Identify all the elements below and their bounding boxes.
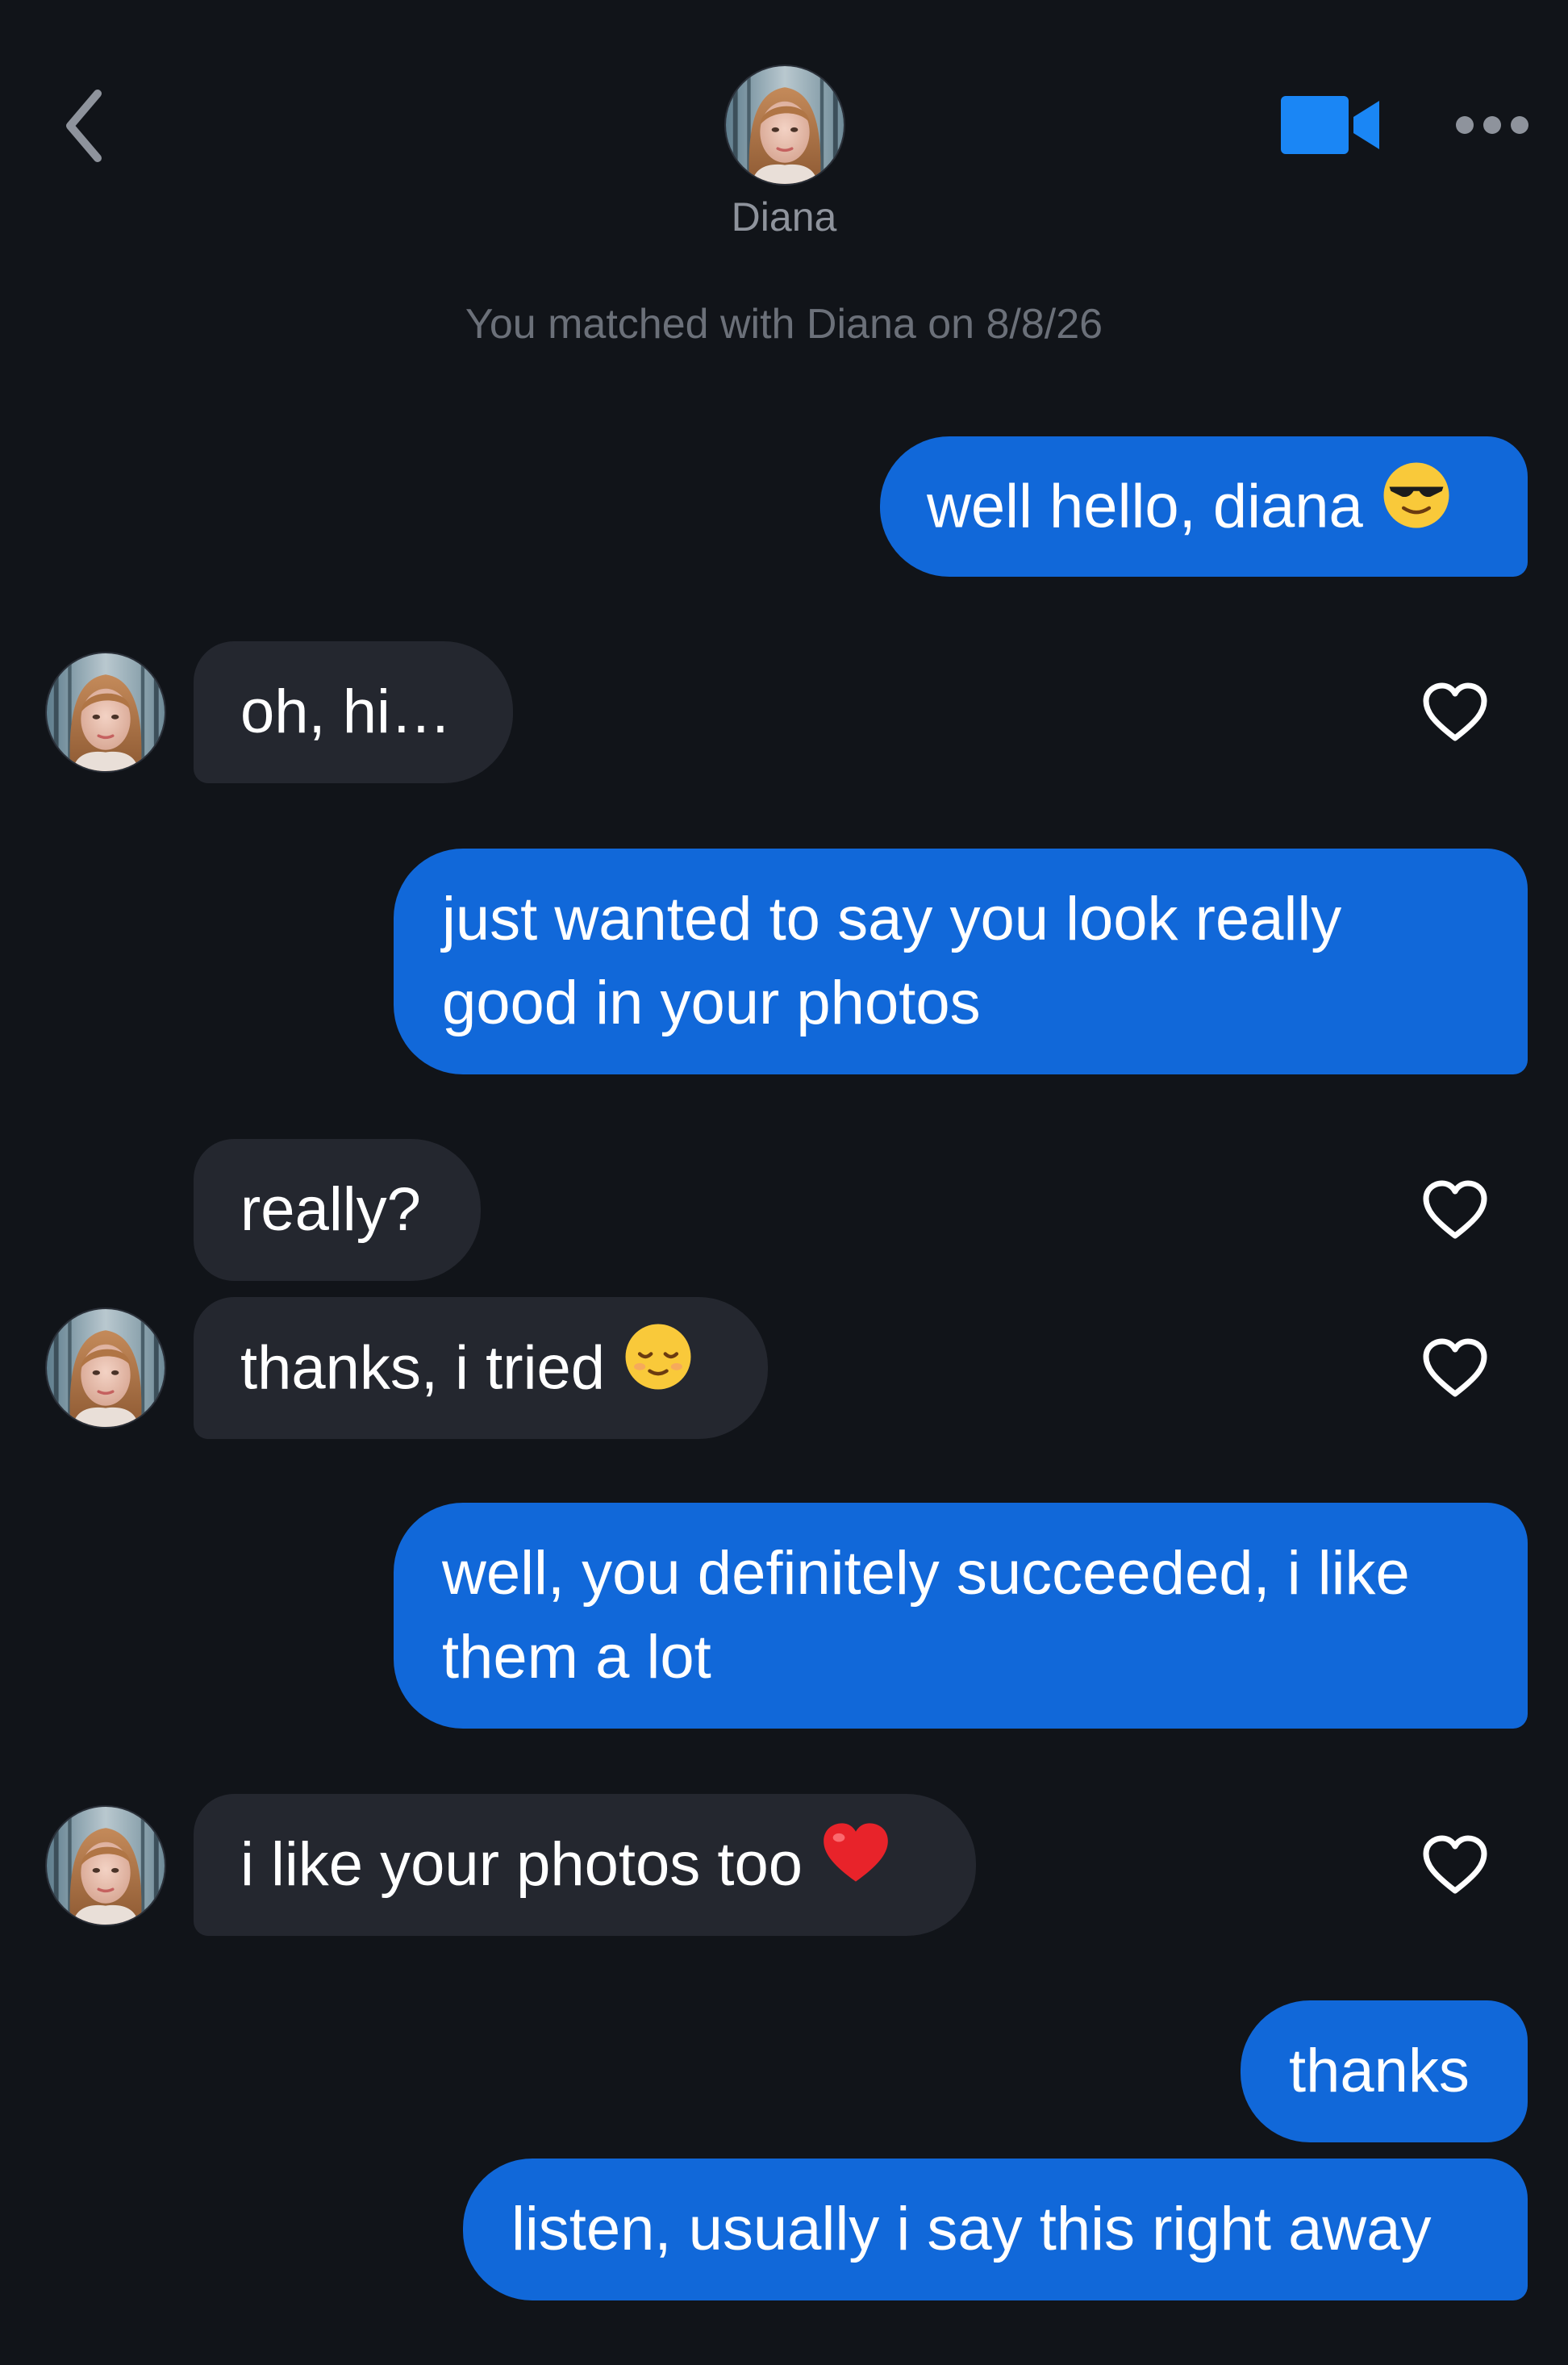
sender-avatar[interactable] [45, 1805, 166, 1926]
message-text: well hello, diana [927, 472, 1363, 541]
back-button[interactable] [40, 77, 129, 174]
sender-avatar[interactable] [45, 1308, 166, 1429]
message-bubble-received[interactable]: oh, hi… [194, 641, 513, 783]
heart-outline-icon [1423, 1338, 1487, 1397]
message-text: listen, usually i say this right away [511, 2195, 1432, 2263]
message-bubble-sent[interactable]: listen, usually i say this right away [463, 2159, 1528, 2300]
contact-name[interactable]: Diana [703, 194, 865, 240]
message-text: i like your photos too [240, 1830, 803, 1899]
smiling-face-with-sunglasses-icon [1381, 460, 1452, 553]
heart-outline-icon [1423, 1180, 1487, 1239]
sender-avatar[interactable] [45, 652, 166, 773]
avatar-photo [47, 1309, 165, 1427]
message-text: oh, hi… [240, 678, 452, 746]
message-bubble-sent[interactable]: well, you definitely succeeded, i like t… [394, 1503, 1528, 1729]
message-text: thanks, i tried [240, 1333, 605, 1403]
avatar-photo [47, 1807, 165, 1925]
heart-outline-icon [1423, 1835, 1487, 1894]
red-heart-icon [820, 1819, 891, 1908]
message-text: thanks [1289, 2037, 1470, 2105]
message-bubble-received[interactable]: really? [194, 1139, 481, 1281]
like-message-button[interactable] [1416, 674, 1494, 751]
message-bubble-sent[interactable]: just wanted to say you look really good … [394, 849, 1528, 1074]
like-message-button[interactable] [1416, 1329, 1494, 1407]
avatar-photo [47, 653, 165, 771]
message-text: really? [240, 1175, 421, 1244]
chevron-left-icon [66, 90, 102, 162]
heart-outline-icon [1423, 682, 1487, 741]
avatar-photo [726, 66, 844, 184]
match-date-note: You matched with Diana on 8/8/26 [465, 301, 1103, 348]
contact-avatar[interactable] [724, 65, 845, 186]
more-options-button[interactable] [1448, 97, 1537, 153]
message-bubble-received[interactable]: i like your photos too [194, 1794, 976, 1936]
message-bubble-sent[interactable]: thanks [1241, 2000, 1528, 2142]
message-bubble-received[interactable]: thanks, i tried [194, 1297, 768, 1439]
message-text: just wanted to say you look really good … [442, 885, 1342, 1037]
like-message-button[interactable] [1416, 1826, 1494, 1904]
more-dots-icon [1456, 116, 1528, 134]
like-message-button[interactable] [1416, 1171, 1494, 1249]
message-bubble-sent[interactable]: well hello, diana [880, 436, 1528, 577]
video-camera-icon [1281, 96, 1379, 154]
relieved-face-icon [623, 1321, 694, 1414]
message-text: well, you definitely succeeded, i like t… [442, 1539, 1410, 1691]
video-call-button[interactable] [1278, 89, 1383, 161]
